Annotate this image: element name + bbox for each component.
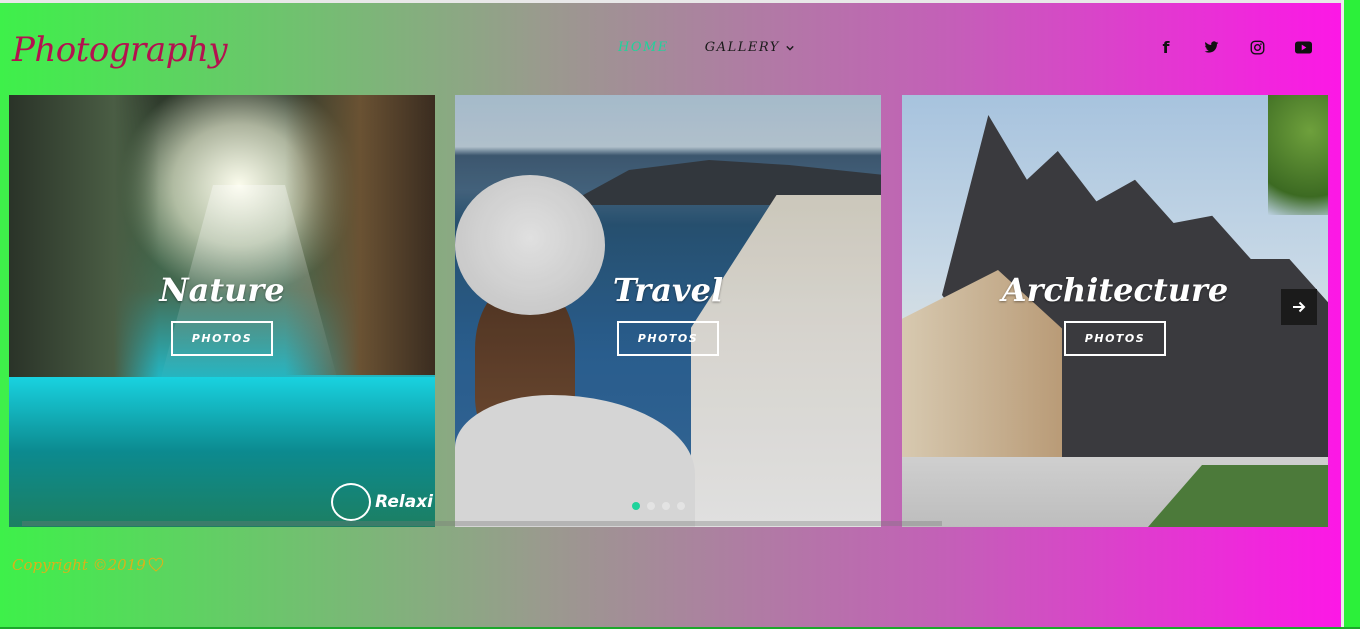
copyright: Copyright ©2019 <box>12 556 164 574</box>
watermark: Relaxi <box>331 483 433 521</box>
card-title: Nature <box>159 271 285 309</box>
arrow-right-icon <box>1293 301 1306 313</box>
next-slide-button[interactable] <box>1281 289 1317 325</box>
right-edge-bar <box>1344 0 1360 629</box>
card-title: Architecture <box>1001 271 1229 309</box>
carousel-progress-track <box>22 521 942 526</box>
carousel-dots <box>632 502 685 510</box>
heart-icon <box>148 557 163 572</box>
photos-button[interactable]: PHOTOS <box>1064 321 1166 356</box>
nav-gallery-dropdown[interactable]: GALLERY <box>705 40 794 55</box>
site-logo[interactable]: Photography <box>12 30 228 70</box>
carousel-dot[interactable] <box>632 502 640 510</box>
card-title: Travel <box>612 271 724 309</box>
chevron-down-icon <box>786 45 794 51</box>
photos-button[interactable]: PHOTOS <box>171 321 273 356</box>
photos-button[interactable]: PHOTOS <box>617 321 719 356</box>
tree <box>1268 95 1328 215</box>
card-travel[interactable]: Travel PHOTOS <box>455 95 881 527</box>
main-nav: HOME GALLERY <box>618 40 794 55</box>
card-nature[interactable]: Nature PHOTOS Relaxi <box>9 95 435 527</box>
nav-gallery-label: GALLERY <box>704 40 780 55</box>
carousel-dot[interactable] <box>647 502 655 510</box>
nav-home-link[interactable]: HOME <box>618 40 669 55</box>
photo-overlay <box>455 95 881 527</box>
horse-logo-icon <box>331 483 372 521</box>
youtube-icon[interactable] <box>1294 38 1312 56</box>
copyright-text: Copyright ©2019 <box>12 556 146 574</box>
twitter-icon[interactable] <box>1202 38 1220 56</box>
watermark-text: Relaxi <box>375 492 433 512</box>
cave-wall-left <box>9 95 159 395</box>
window-top-border <box>0 0 1360 3</box>
facebook-icon[interactable]: f <box>1157 38 1175 57</box>
card-architecture[interactable]: Architecture PHOTOS <box>902 95 1328 527</box>
instagram-icon[interactable] <box>1248 38 1266 56</box>
carousel-dot[interactable] <box>662 502 670 510</box>
carousel-dot[interactable] <box>677 502 685 510</box>
